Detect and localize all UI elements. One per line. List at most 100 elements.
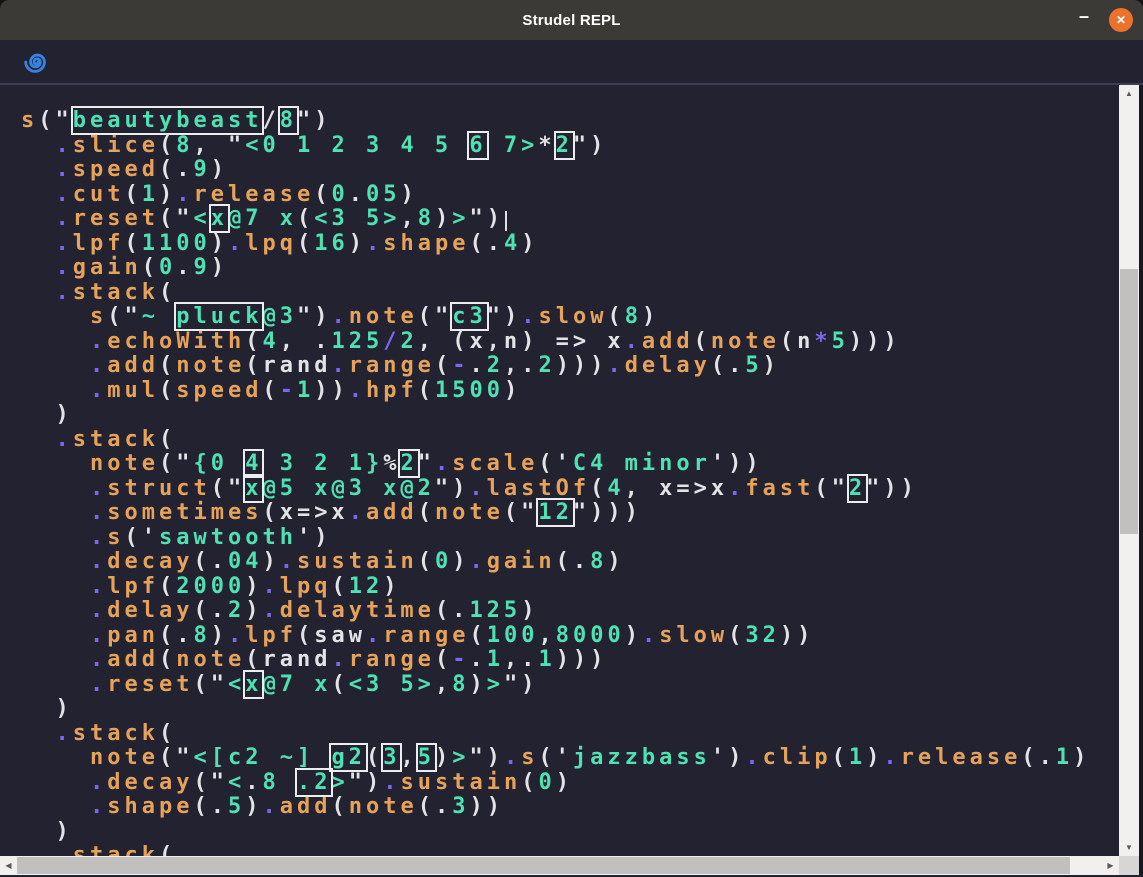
vertical-scrollbar-thumb[interactable] — [1120, 269, 1138, 534]
code-token: s — [107, 525, 124, 550]
code-token: release — [901, 745, 1022, 770]
code-token: stack — [73, 843, 159, 856]
code-token: add — [366, 500, 418, 525]
code-line: .slice(8, "<0 1 2 3 4 5 6 7>*2") — [21, 134, 1119, 159]
code-token: . — [90, 525, 107, 550]
scroll-down-icon[interactable]: ▼ — [1119, 839, 1139, 856]
code-token: reset — [107, 672, 193, 697]
code-token: ( — [159, 133, 176, 158]
horizontal-scrollbar[interactable]: ◀ ▶ — [0, 856, 1119, 875]
titlebar[interactable]: Strudel REPL – ✕ — [0, 0, 1143, 40]
code-token: . — [883, 745, 900, 770]
vertical-scrollbar[interactable]: ▲ ▼ — [1119, 85, 1139, 856]
text-cursor — [505, 211, 507, 231]
code-token: 4 — [504, 231, 521, 256]
strudel-repl-window: Strudel REPL – ✕ s("beautybeast/8") .sli… — [0, 0, 1143, 877]
active-event-highlight: 3 — [383, 745, 400, 770]
code-token: ,. — [504, 647, 539, 672]
code-token: ) — [21, 696, 73, 721]
code-token: ) — [763, 353, 780, 378]
minimize-button[interactable]: – — [1075, 11, 1093, 29]
code-token: 8 — [625, 304, 642, 329]
code-token: / — [383, 329, 400, 354]
code-token: ))) — [556, 647, 608, 672]
strudel-logo-spiral-icon[interactable] — [21, 47, 51, 77]
code-token — [21, 745, 90, 770]
code-token: 8 — [590, 549, 607, 574]
code-token: - — [280, 378, 297, 403]
code-token — [21, 378, 90, 403]
code-token: fast — [745, 476, 814, 501]
strudel-header — [0, 40, 1143, 85]
code-token: C4 minor — [573, 451, 711, 476]
code-token: @7 x — [262, 672, 331, 697]
code-area[interactable]: s("beautybeast/8") .slice(8, "<0 1 2 3 4… — [0, 85, 1119, 856]
code-token: < — [228, 672, 245, 697]
code-token: cut — [73, 182, 125, 207]
code-token: 4 — [607, 476, 624, 501]
code-token: slice — [73, 133, 159, 158]
horizontal-scrollbar-thumb[interactable] — [17, 857, 1070, 874]
code-token: (" — [107, 304, 142, 329]
code-token: 125 — [331, 329, 383, 354]
code-token: )) — [780, 623, 815, 648]
code-token: 1 — [297, 378, 314, 403]
code-token: stack — [73, 427, 159, 452]
code-token: , — [400, 206, 417, 231]
scroll-up-icon[interactable]: ▲ — [1119, 85, 1139, 102]
code-token: . — [469, 549, 486, 574]
active-event-highlight: .2 — [297, 770, 332, 795]
code-token: . — [331, 647, 348, 672]
code-token: . — [90, 623, 107, 648]
code-token: ) — [245, 574, 262, 599]
code-token: (. — [556, 549, 591, 574]
code-line: .lpf(1100).lpq(16).shape(.4) — [21, 232, 1119, 257]
code-token — [21, 206, 56, 231]
code-token: 16 — [314, 231, 349, 256]
active-event-highlight: x — [211, 206, 228, 231]
code-token: . — [56, 157, 73, 182]
code-token: add — [280, 794, 332, 819]
scrollbar-corner — [1119, 856, 1139, 875]
close-button[interactable]: ✕ — [1109, 8, 1133, 32]
code-line: note("{0 4 3 2 1}%2".scale('C4 minor')) — [21, 452, 1119, 477]
code-line: .decay(.04).sustain(0).gain(.8) — [21, 550, 1119, 575]
code-token: {0 — [193, 451, 245, 476]
code-token: sustain — [400, 770, 521, 795]
code-token — [21, 500, 90, 525]
scroll-left-icon[interactable]: ◀ — [0, 856, 17, 875]
code-token: ( — [297, 206, 314, 231]
code-token: , — [435, 672, 452, 697]
code-token: lpq — [280, 574, 332, 599]
code-token: , — [400, 745, 417, 770]
code-token — [21, 672, 90, 697]
code-token: lpq — [245, 231, 297, 256]
code-token: ) — [211, 231, 228, 256]
active-event-highlight: c3 — [452, 304, 487, 329]
code-token: note — [435, 500, 504, 525]
code-line: ) — [21, 697, 1119, 722]
code-token: ) — [435, 206, 452, 231]
code-token: . — [504, 745, 521, 770]
code-token: . — [383, 770, 400, 795]
code-token: . — [262, 794, 279, 819]
code-token: . — [469, 647, 486, 672]
active-event-highlight: 5 — [418, 745, 435, 770]
code-token: . — [607, 353, 624, 378]
code-line: .sometimes(x=>x.add(note("12"))) — [21, 501, 1119, 526]
code-token: pan — [107, 623, 159, 648]
code-token: 1 — [142, 182, 159, 207]
code-token: . — [56, 280, 73, 305]
horizontal-scrollbar-row: ◀ ▶ — [0, 856, 1143, 875]
code-token: 125 — [469, 598, 521, 623]
code-token: 8000 — [556, 623, 625, 648]
code-token: add — [107, 647, 159, 672]
scroll-right-icon[interactable]: ▶ — [1102, 856, 1119, 875]
code-token: ) — [435, 745, 452, 770]
code-token: (x=>x — [262, 500, 348, 525]
code-token: ))) — [849, 329, 901, 354]
active-event-highlight: 6 — [469, 133, 486, 158]
code-token: range — [349, 353, 435, 378]
code-token: ) — [21, 402, 73, 427]
code-token: , (x,n) => x — [418, 329, 625, 354]
